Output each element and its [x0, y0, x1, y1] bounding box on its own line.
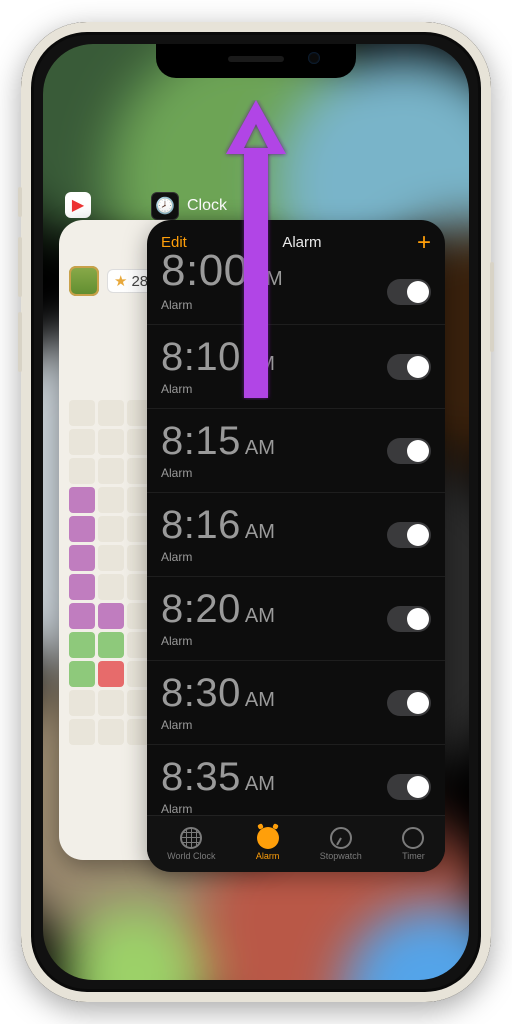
alarm-ampm: AM — [253, 268, 283, 291]
alarm-label: Alarm — [161, 802, 431, 816]
alarm-toggle[interactable] — [387, 774, 431, 800]
alarm-ampm: AM — [245, 773, 275, 796]
tab-world-clock[interactable]: World Clock — [167, 827, 215, 861]
tab-stopwatch[interactable]: Stopwatch — [320, 827, 362, 861]
stopwatch-icon — [330, 827, 352, 849]
clock-app-icon: 🕗 — [151, 192, 179, 220]
alarm-row[interactable]: 8:15AM Alarm — [147, 409, 445, 493]
alarm-time: 8:16 — [161, 503, 241, 548]
switcher-label-front: 🕗 Clock — [151, 192, 227, 220]
alarm-ampm: AM — [245, 437, 275, 460]
alarm-icon — [257, 827, 279, 849]
alarm-toggle[interactable] — [387, 690, 431, 716]
alarm-time: 8:10 — [161, 335, 241, 380]
globe-icon — [180, 827, 202, 849]
notch — [156, 44, 356, 78]
alarm-time: 8:30 — [161, 671, 241, 716]
alarm-row[interactable]: 8:20AM Alarm — [147, 577, 445, 661]
alarm-label: Alarm — [161, 718, 431, 732]
alarm-ampm: AM — [245, 689, 275, 712]
alarm-title: Alarm — [282, 234, 321, 251]
alarm-time: 8:00 — [161, 246, 249, 296]
alarm-label: Alarm — [161, 634, 431, 648]
tab-alarm[interactable]: Alarm — [256, 827, 280, 861]
alarm-row[interactable]: 8:16AM Alarm — [147, 493, 445, 577]
alarm-row[interactable]: 8:30AM Alarm — [147, 661, 445, 745]
alarm-list[interactable]: 8:00AMAlarm8:10AMAlarm8:15AMAlarm8:16AMA… — [147, 260, 445, 816]
alarm-toggle[interactable] — [387, 522, 431, 548]
score-value: 28 — [131, 273, 148, 290]
iphone-screen: ▶ 🕗 Clock ★ 28 — [43, 44, 469, 980]
add-alarm-button[interactable]: + — [417, 236, 431, 250]
switcher-card-clock[interactable]: Edit Alarm + 8:00AMAlarm8:10AMAlarm8:15A… — [147, 220, 445, 872]
alarm-row[interactable]: 8:10AM Alarm — [147, 325, 445, 409]
tab-timer[interactable]: Timer — [402, 827, 425, 861]
alarm-toggle[interactable] — [387, 354, 431, 380]
alarm-ampm: AM — [245, 521, 275, 544]
clock-tabbar: World Clock Alarm Stopwatch Timer — [147, 815, 445, 872]
switcher-label-text: Clock — [187, 197, 227, 215]
alarm-ampm: AM — [245, 605, 275, 628]
alarm-row[interactable]: 8:00AMAlarm — [147, 260, 445, 325]
alarm-label: Alarm — [161, 466, 431, 480]
alarm-label: Alarm — [161, 550, 431, 564]
game-grid — [69, 400, 153, 745]
alarm-toggle[interactable] — [387, 438, 431, 464]
iphone-frame: ▶ 🕗 Clock ★ 28 — [21, 22, 491, 1002]
switcher-label-back: ▶ — [65, 192, 91, 218]
game-icon — [69, 266, 99, 296]
timer-icon — [402, 827, 424, 849]
alarm-time: 8:15 — [161, 419, 241, 464]
alarm-ampm: AM — [245, 353, 275, 376]
alarm-time: 8:20 — [161, 587, 241, 632]
alarm-toggle[interactable] — [387, 606, 431, 632]
alarm-toggle[interactable] — [387, 279, 431, 305]
alarm-label: Alarm — [161, 382, 431, 396]
alarm-time: 8:35 — [161, 755, 241, 800]
star-icon: ★ — [114, 272, 127, 290]
video-app-icon: ▶ — [65, 192, 91, 218]
